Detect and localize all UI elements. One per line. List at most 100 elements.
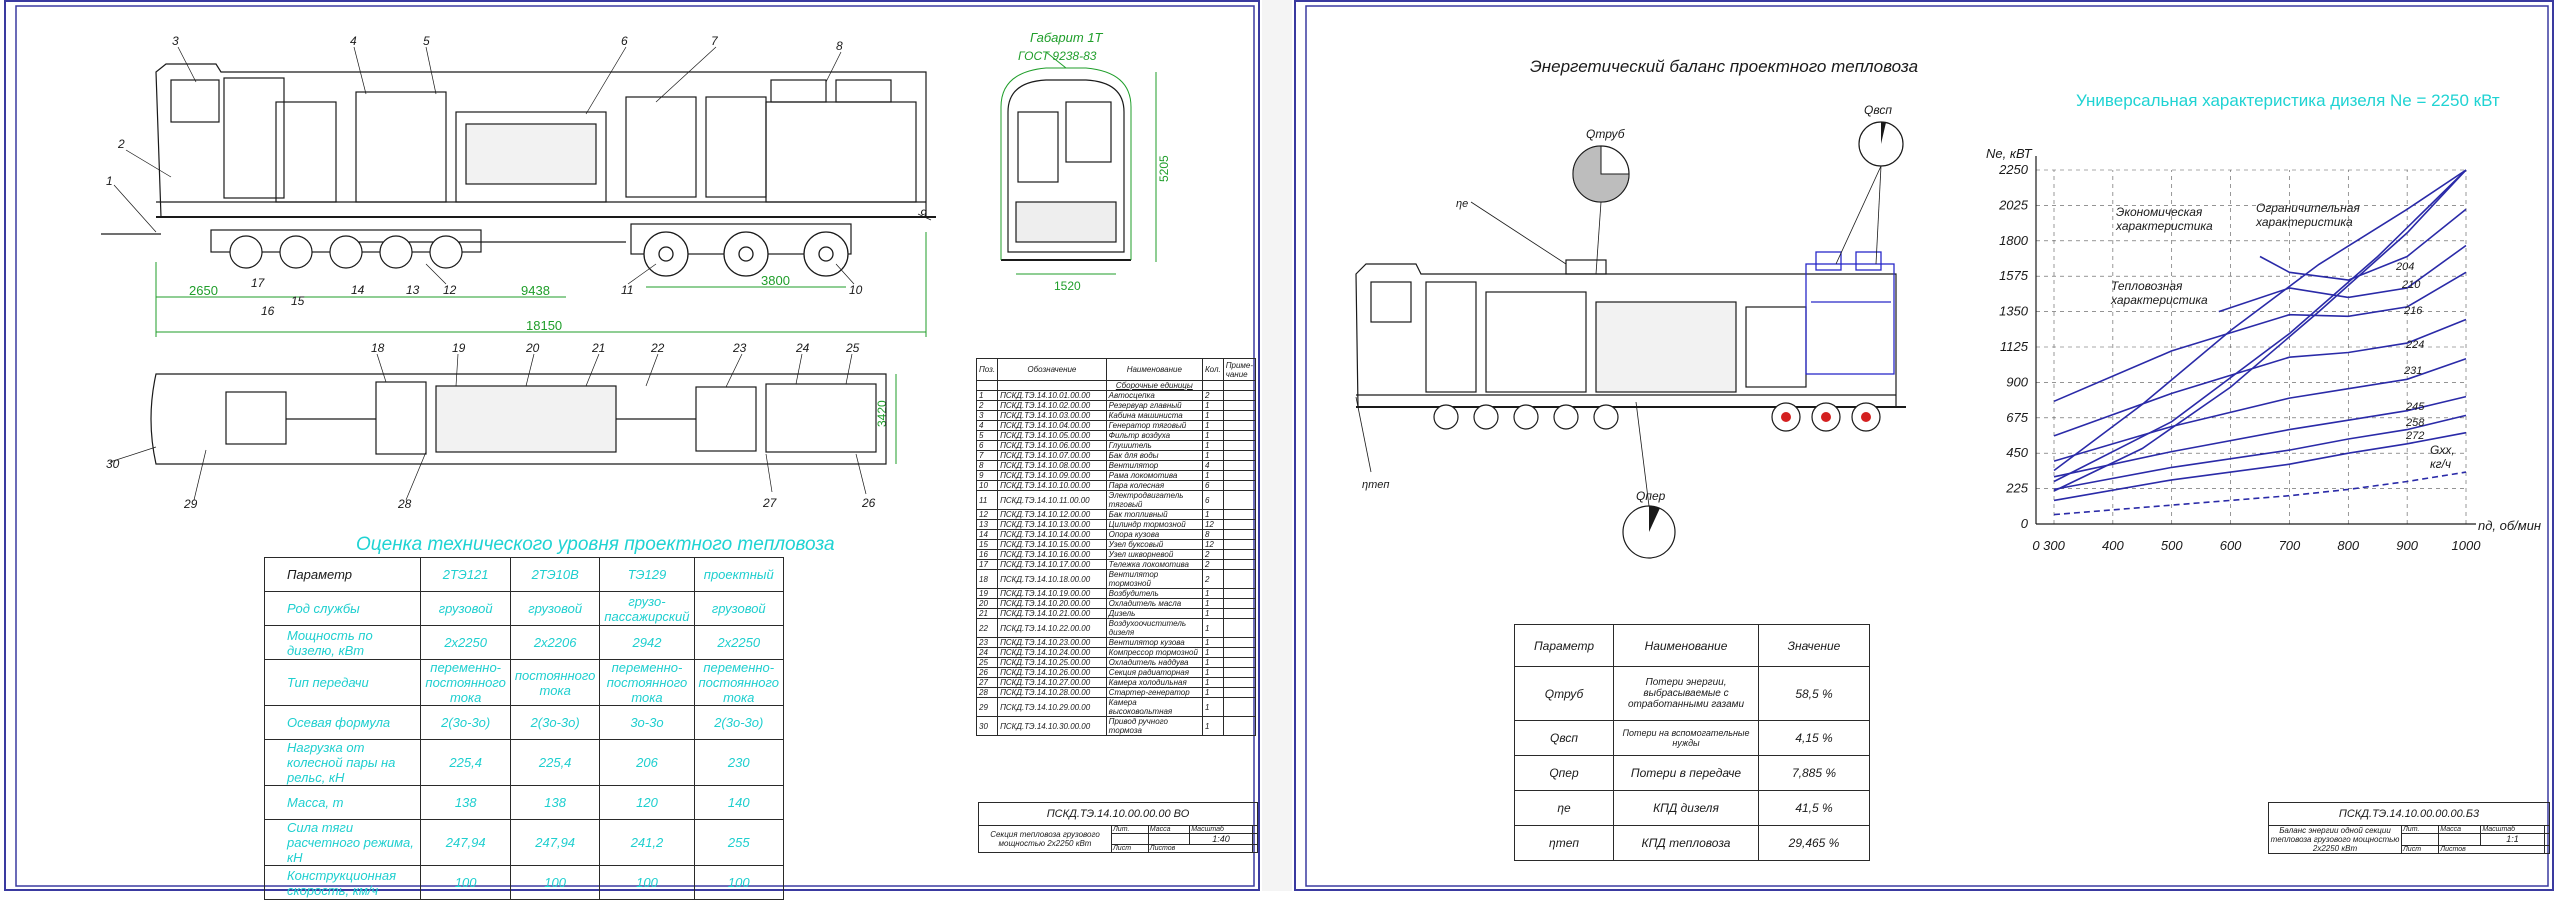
table-header-row: Параметр 2ТЭ121 2ТЭ10В ТЭ129 проектный [263, 557, 785, 592]
table-cell: 3о-3о [599, 705, 695, 740]
x-axis-label: nд, об/мин [2478, 518, 2541, 533]
table-row: Масса, т 138 138 120 140 [263, 785, 785, 820]
bal-cell: ηе [1514, 790, 1614, 826]
tb-scale: Масштаб [1189, 825, 1253, 834]
series-line-9 [2053, 414, 2467, 491]
spec-cell: 25 [975, 657, 999, 668]
spec-row: 20 ПСКД.ТЭ.14.10.20.00.00 Охладитель масла… [975, 598, 1257, 609]
tb-cell [1251, 833, 1259, 845]
spec-cell: Вентилятор кузова [1105, 637, 1203, 648]
spec-row: 29 ПСКД.ТЭ.14.10.29.00.00 Камера высоковол… [975, 697, 1257, 717]
spec-cell: 2 [1201, 549, 1224, 560]
spec-cell: ПСКД.ТЭ.14.10.05.00.00 [997, 430, 1107, 441]
spec-cell: 1 [1201, 716, 1224, 736]
bal-header-cell: Параметр [1514, 624, 1614, 667]
x-tick-label: 500 [2161, 538, 2183, 553]
table-cell: Мощность по дизелю, кВт [263, 625, 422, 660]
energy-balance-drawing: Энергетический баланс проектного теплово… [1305, 5, 2549, 887]
width-dimension: 1520 [1054, 279, 1081, 293]
dim-2650: 2650 [189, 283, 218, 298]
spec-cell: 1 [1201, 677, 1224, 688]
spec-cell [1222, 410, 1257, 421]
spec-cell: ПСКД.ТЭ.14.10.10.00.00 [997, 480, 1107, 491]
spec-cell: ПСКД.ТЭ.14.10.06.00.00 [997, 440, 1107, 451]
pie-qvsp [1858, 121, 1904, 167]
tb-cell [1111, 833, 1149, 845]
spec-row: 13 ПСКД.ТЭ.14.10.13.00.00 Цилиндр тормозно… [975, 519, 1257, 530]
table-cell: 2(3о-3о) [693, 705, 785, 740]
spec-cell: 1 [1201, 450, 1224, 461]
tb-mass: Масса [1147, 825, 1191, 834]
bal-cell: ηтеп [1514, 825, 1614, 861]
sheet-gap [1262, 0, 1292, 891]
spec-cell: ПСКД.ТЭ.14.10.27.00.00 [997, 677, 1107, 688]
spec-cell: ПСКД.ТЭ.14.10.21.00.00 [997, 608, 1107, 619]
dim-9438: 9438 [521, 283, 550, 298]
spec-cell: 1 [1201, 430, 1224, 441]
spec-cell: Бак для воды [1105, 450, 1203, 461]
tb-cell [1251, 844, 1259, 853]
spec-cell: Охладитель масла [1105, 598, 1203, 609]
isoline-label: 231 [2403, 365, 2422, 377]
spec-cell: 1 [1201, 637, 1224, 648]
spec-cell: Цилиндр тормозной [1105, 519, 1203, 530]
spec-cell [1222, 588, 1257, 599]
spec-row: 12 ПСКД.ТЭ.14.10.12.00.00 Бак топливный 1 [975, 509, 1257, 520]
drawing-sheet-energy-balance: Энергетический баланс проектного теплово… [1294, 0, 2554, 891]
spec-row: 17 ПСКД.ТЭ.14.10.17.00.00 Тележка локомоти… [975, 559, 1257, 570]
spec-cell: ПСКД.ТЭ.14.10.14.00.00 [997, 529, 1107, 540]
tb-lit: Лит. [1111, 825, 1149, 834]
spec-cell: 4 [975, 420, 999, 431]
bal-cell: 29,465 % [1758, 825, 1870, 861]
spec-header-cell: Наименование [1105, 358, 1203, 381]
tb-cell [2438, 833, 2482, 846]
spec-cell [1222, 390, 1257, 401]
spec-cell: Камера холодильная [1105, 677, 1203, 688]
table-header-cell: проектный [693, 557, 785, 592]
table-cell: 255 [693, 819, 785, 866]
y-axis-label: Ne, кВТ [1986, 146, 2033, 161]
table-row: Тип передачи переменно-постоянного тока по… [263, 659, 785, 706]
spec-cell [1222, 618, 1257, 638]
tb-cell [2543, 824, 2551, 835]
spec-cell [1222, 400, 1257, 411]
callout-29: 29 [183, 497, 198, 511]
table-cell: 2х2250 [420, 625, 511, 660]
table-cell: 138 [509, 785, 601, 820]
spec-cell: 28 [975, 687, 999, 698]
spec-row: 25 ПСКД.ТЭ.14.10.25.00.00 Охладитель надду… [975, 657, 1257, 668]
tb-mass: Масса [2438, 824, 2482, 835]
callout-18: 18 [371, 341, 385, 355]
spec-row: 5 ПСКД.ТЭ.14.10.05.00.00 Фильтр воздуха 1 [975, 430, 1257, 441]
callout-1: 1 [106, 174, 113, 188]
spec-header-row: Поз. Обозначение Наименование Кол. Приме… [975, 358, 1257, 381]
spec-header-cell: Приме-чание [1222, 358, 1257, 381]
table-cell: 100 [599, 865, 695, 900]
title-block-row: ПСКД.ТЭ.14.10.00.00.00.Б3 [2268, 802, 2550, 826]
spec-cell [1201, 380, 1224, 391]
table-cell: постоянного тока [509, 659, 601, 706]
tb-cell [2543, 844, 2551, 855]
chart-annotation: характеристика [2110, 293, 2208, 307]
spec-cell [1222, 440, 1257, 451]
table-row: Род службы грузовой грузовой грузо-пассажир… [263, 591, 785, 626]
x-tick-label: 400 [2102, 538, 2124, 553]
specification-table: Поз. Обозначение Наименование Кол. Приме… [975, 358, 1257, 736]
x-tick-label: 0 [2032, 538, 2040, 553]
callout-2: 2 [117, 137, 125, 151]
spec-cell: 1 [1201, 400, 1224, 411]
chart-annotation: характеристика [2255, 215, 2353, 229]
bal-cell: Потери в передаче [1613, 755, 1759, 791]
bal-cell: 7,885 % [1758, 755, 1870, 791]
spec-cell: Электродвигатель тяговый [1105, 490, 1203, 510]
spec-cell: 20 [975, 598, 999, 609]
spec-cell: Привод ручного тормоза [1105, 716, 1203, 736]
spec-cell: Тележка локомотива [1105, 559, 1203, 570]
spec-cell [1222, 529, 1257, 540]
y-tick-label: 900 [2006, 374, 2028, 389]
table-cell: 2(3о-3о) [509, 705, 601, 740]
bal-cell: КПД дизеля [1613, 790, 1759, 826]
spec-row: 22 ПСКД.ТЭ.14.10.22.00.00 Воздухоочистител… [975, 618, 1257, 638]
spec-cell [1222, 470, 1257, 481]
table-header-cell: 2ТЭ10В [509, 557, 601, 592]
